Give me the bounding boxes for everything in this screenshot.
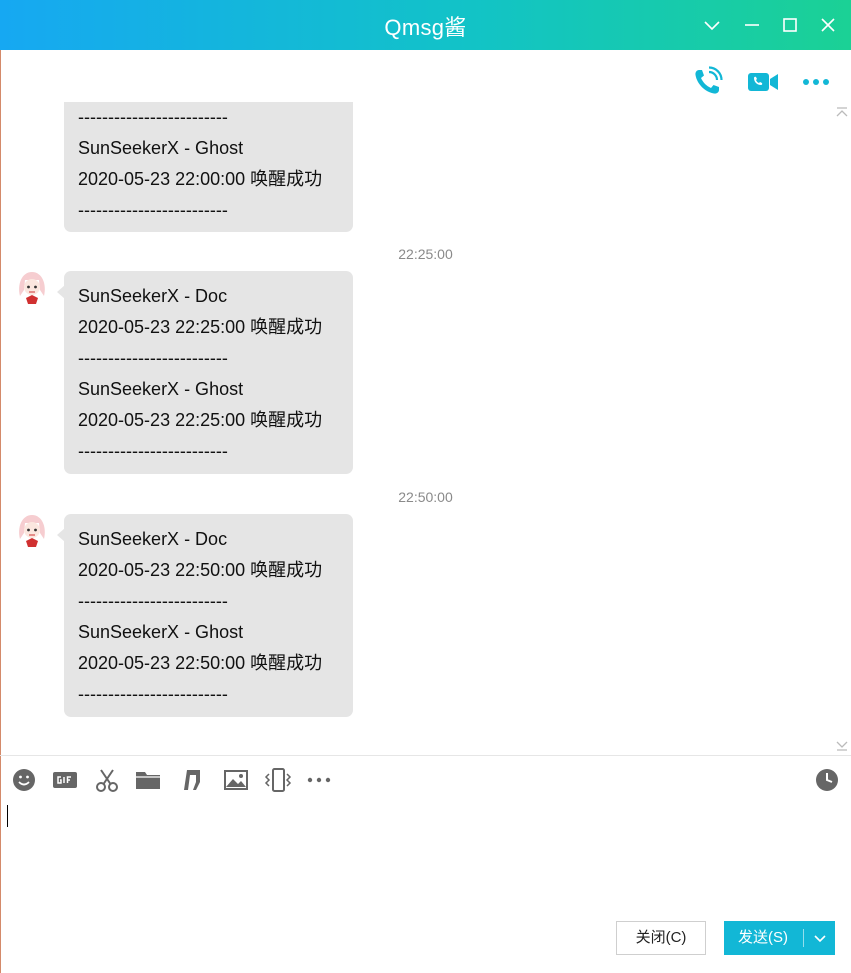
close-button[interactable]: 关闭(C)	[616, 921, 706, 955]
window-shake-button[interactable]	[264, 766, 292, 794]
send-button-separator	[803, 929, 804, 947]
message-line: 2020-05-23 22:25:00 唤醒成功	[78, 317, 323, 337]
voice-call-icon	[695, 66, 723, 94]
chevron-down-icon	[814, 935, 826, 943]
dropdown-window-button[interactable]	[699, 12, 725, 38]
video-call-button[interactable]	[745, 64, 781, 100]
message-timestamp: 22:25:00	[398, 246, 453, 262]
image-icon	[224, 770, 248, 790]
minimize-button[interactable]	[739, 12, 765, 38]
minimize-icon	[745, 24, 759, 26]
music-button[interactable]	[178, 766, 206, 794]
message-line: -------------------------	[78, 441, 228, 461]
more-icon	[307, 777, 331, 783]
anime-avatar-icon	[12, 266, 52, 306]
more-options-button[interactable]	[798, 64, 834, 100]
close-icon	[821, 18, 835, 32]
more-icon	[803, 79, 829, 85]
message-bubble[interactable]: SunSeekerX - Doc 2020-05-23 22:50:00 唤醒成…	[57, 514, 353, 717]
message-line: 2020-05-23 22:00:00 唤醒成功	[78, 169, 323, 189]
message-line: SunSeekerX - Doc	[78, 529, 228, 549]
voice-call-button[interactable]	[689, 64, 725, 100]
message-bubble[interactable]: SunSeekerX - Doc 2020-05-23 22:25:00 唤醒成…	[57, 271, 353, 474]
music-icon	[184, 770, 200, 790]
input-toolbar	[0, 764, 851, 796]
message-line: -------------------------	[78, 200, 228, 220]
message-history-button[interactable]	[813, 766, 841, 794]
gif-icon	[53, 772, 77, 788]
message-list[interactable]: ------------------------- SunSeekerX - G…	[0, 102, 851, 754]
message-line: -------------------------	[78, 684, 228, 704]
emoji-icon	[13, 769, 35, 791]
message-line: SunSeekerX - Doc	[78, 286, 228, 306]
double-chevron-up-icon	[836, 107, 848, 117]
scroll-to-top-button[interactable]	[835, 106, 849, 120]
video-call-icon	[748, 73, 778, 91]
more-tools-button[interactable]	[305, 766, 333, 794]
input-divider	[0, 755, 851, 756]
gif-button[interactable]	[51, 766, 79, 794]
double-chevron-down-icon	[836, 741, 848, 751]
message-line: 2020-05-23 22:25:00 唤醒成功	[78, 410, 323, 430]
message-line: -------------------------	[78, 107, 228, 127]
anime-avatar-icon	[12, 509, 52, 549]
message-timestamp: 22:50:00	[398, 489, 453, 505]
message-line: 2020-05-23 22:50:00 唤醒成功	[78, 560, 323, 580]
sender-avatar[interactable]	[12, 266, 52, 306]
message-line: SunSeekerX - Ghost	[78, 622, 244, 642]
maximize-button[interactable]	[777, 12, 803, 38]
message-line: SunSeekerX - Ghost	[78, 138, 244, 158]
shake-icon	[264, 768, 292, 792]
chat-toolbar	[0, 64, 851, 100]
message-line: -------------------------	[78, 591, 228, 611]
sender-avatar[interactable]	[12, 509, 52, 549]
send-button-label: 发送(S)	[738, 929, 788, 946]
send-options-button[interactable]	[808, 926, 832, 950]
send-image-button[interactable]	[222, 766, 250, 794]
message-bubble[interactable]: ------------------------- SunSeekerX - G…	[64, 102, 353, 232]
folder-icon	[136, 772, 160, 789]
history-icon	[816, 769, 838, 791]
send-button[interactable]: 发送(S)	[724, 921, 835, 955]
message-line: 2020-05-23 22:50:00 唤醒成功	[78, 653, 323, 673]
maximize-icon	[783, 18, 797, 32]
send-file-button[interactable]	[134, 766, 162, 794]
chevron-down-icon	[704, 21, 720, 31]
emoji-button[interactable]	[10, 766, 38, 794]
title-bar: Qmsg酱	[0, 0, 851, 50]
message-line: -------------------------	[78, 348, 228, 368]
text-caret	[7, 805, 8, 827]
close-window-button[interactable]	[815, 12, 841, 38]
scroll-to-bottom-button[interactable]	[835, 738, 849, 752]
screenshot-icon	[96, 769, 118, 792]
message-input[interactable]	[0, 800, 851, 908]
message-line: SunSeekerX - Ghost	[78, 379, 244, 399]
screenshot-button[interactable]	[93, 766, 121, 794]
